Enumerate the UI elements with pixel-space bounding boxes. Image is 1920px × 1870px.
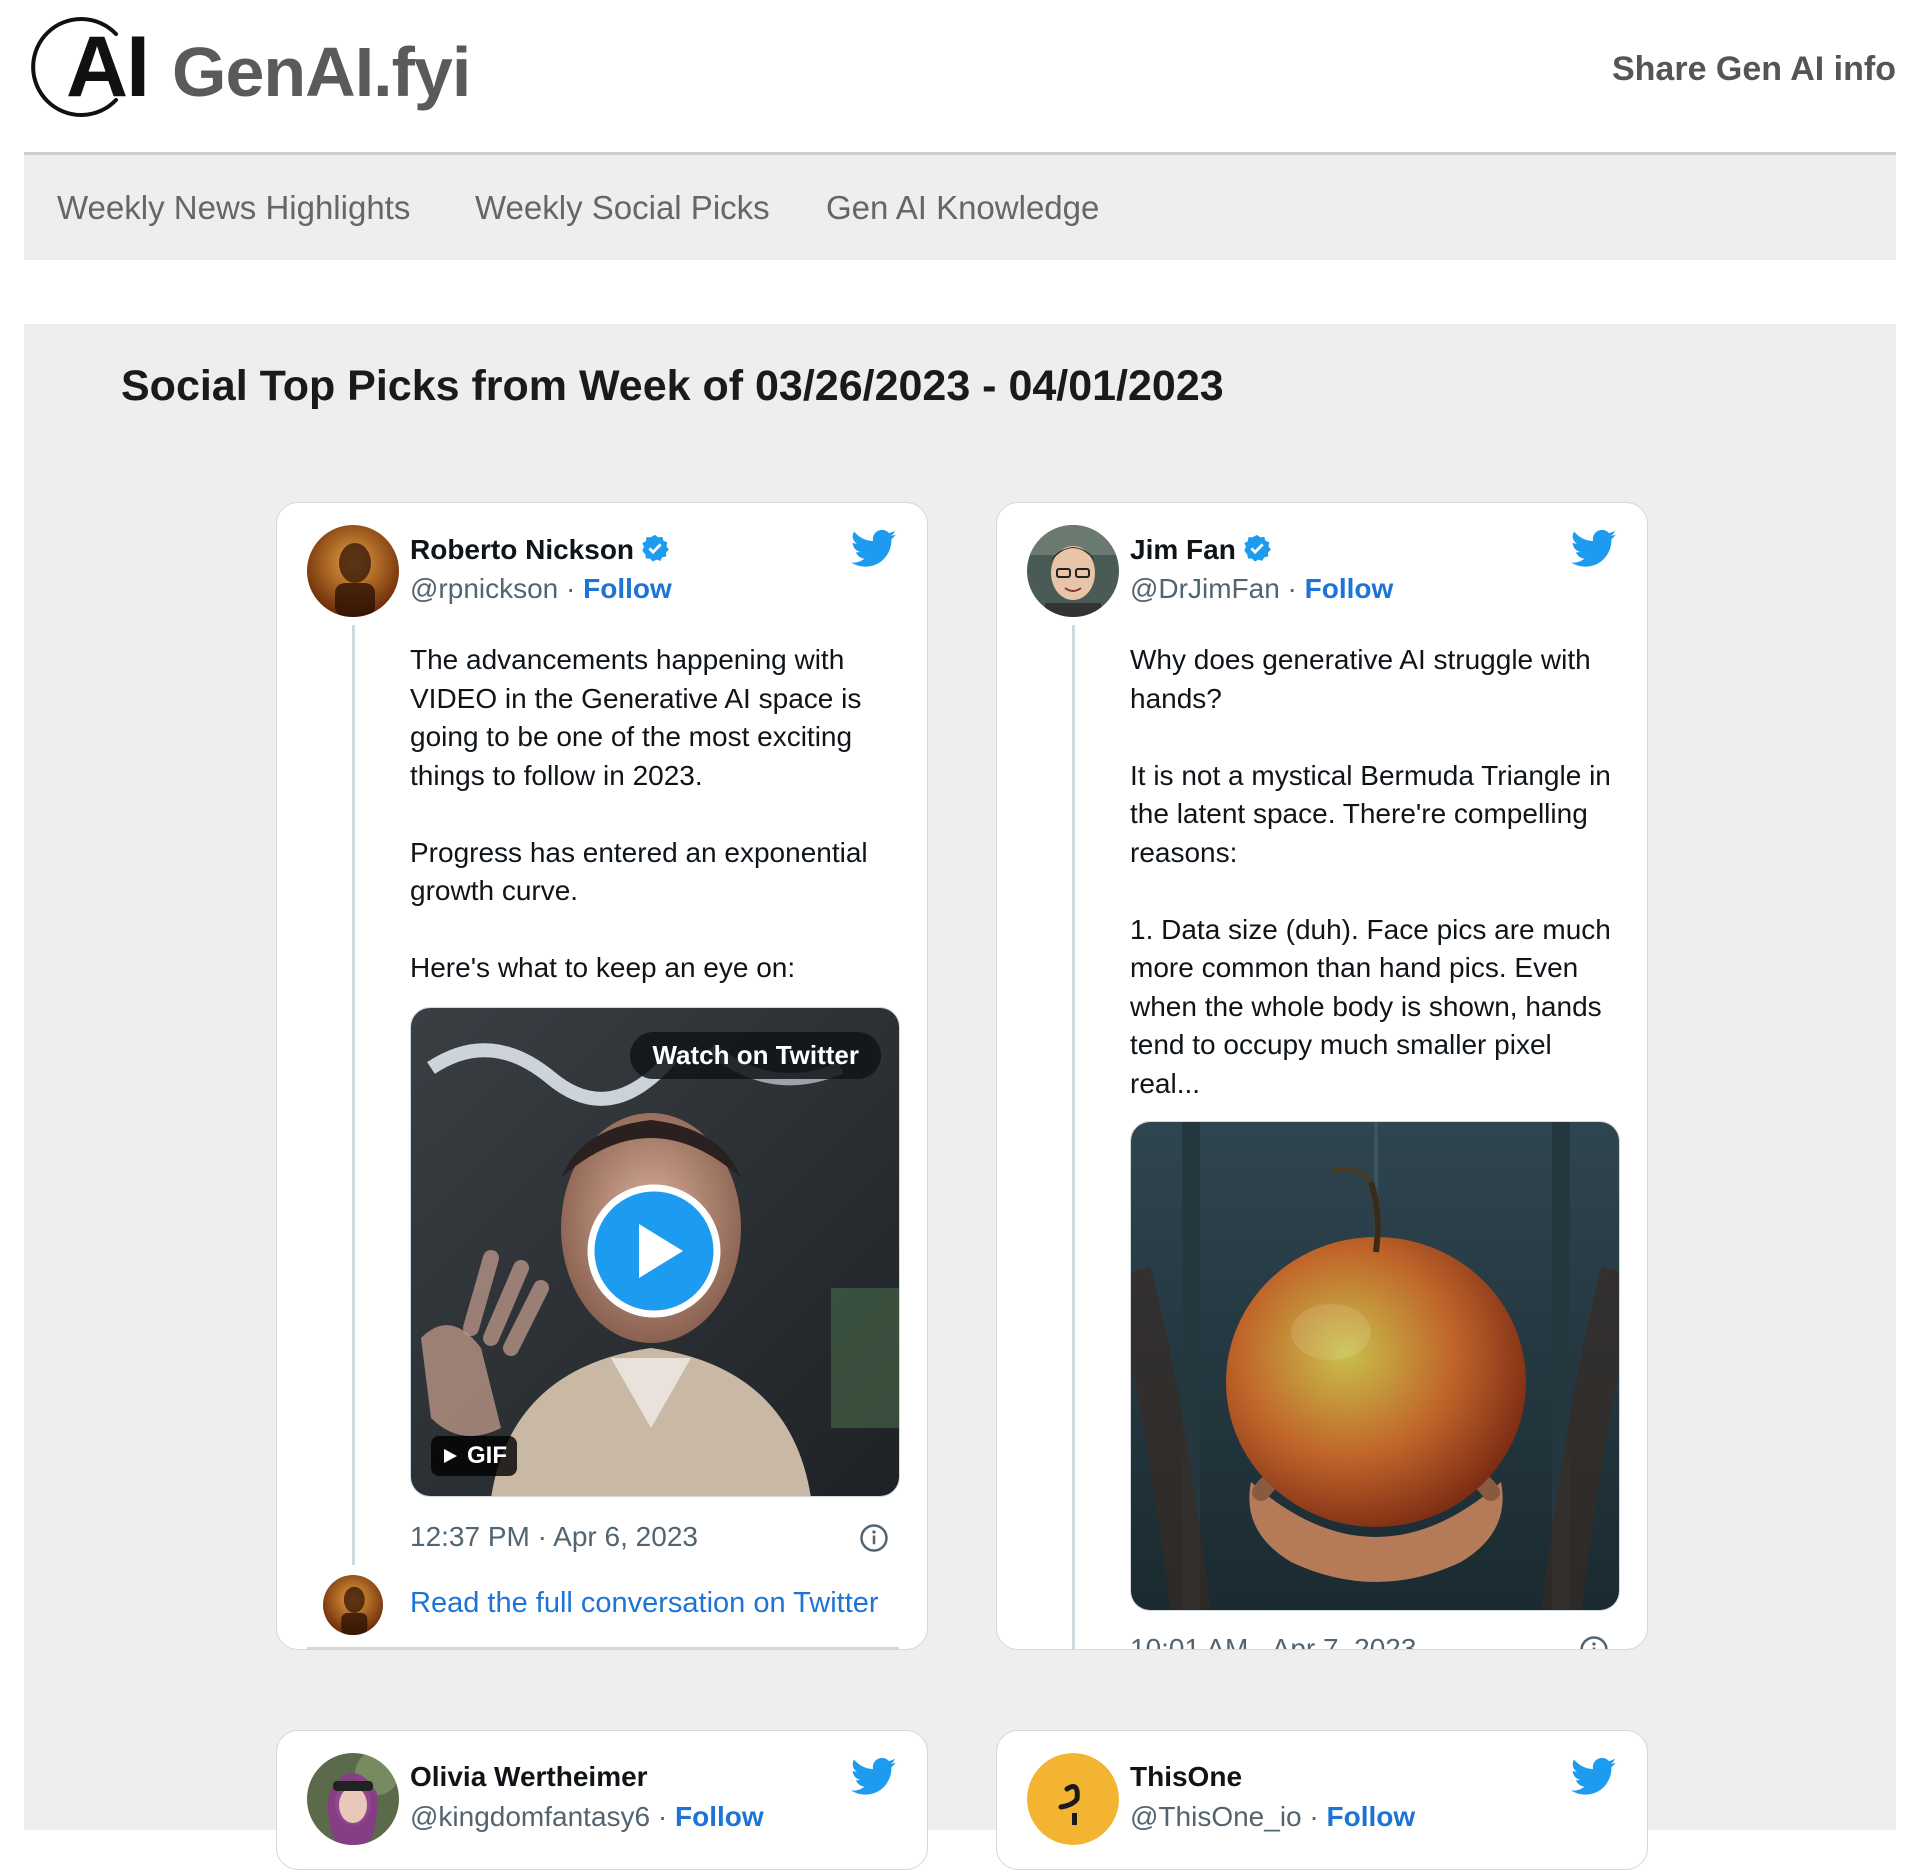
tweet-media-image[interactable] [1130, 1121, 1620, 1611]
apple-in-hands-image [1131, 1122, 1619, 1610]
tweet-text: Why does generative AI struggle with han… [1130, 644, 1611, 1099]
nav-item-weekly-social[interactable]: Weekly Social Picks [475, 189, 770, 227]
page-title: Social Top Picks from Week of 03/26/2023… [121, 362, 1224, 410]
thisone-logo-icon [1027, 1753, 1119, 1845]
tweet-text: The advancements happening with VIDEO in… [410, 644, 868, 983]
author-handle[interactable]: @rpnickson [410, 573, 558, 604]
author-name-text: Roberto Nickson [410, 534, 635, 565]
author-name-text: ThisOne [1130, 1761, 1243, 1792]
play-icon[interactable] [587, 1184, 721, 1318]
twitter-bird-icon[interactable] [1571, 1757, 1617, 1797]
read-full-conversation-link[interactable]: Read the full conversation on Twitter [410, 1587, 879, 1620]
author-name[interactable]: Olivia Wertheimer [410, 1761, 648, 1793]
card-divider [307, 1647, 899, 1649]
info-icon[interactable] [1579, 1635, 1609, 1650]
site-header: AI GenAI.fyi Share Gen AI info [24, 0, 1896, 150]
handle-row: @DrJimFan · Follow [1130, 573, 1394, 604]
gif-label: GIF [467, 1442, 507, 1469]
logo-text: GenAI.fyi [172, 33, 471, 111]
verified-badge-icon [1244, 534, 1271, 562]
handle-row: @kingdomfantasy6 · Follow [410, 1801, 764, 1832]
avatar[interactable] [1027, 525, 1119, 617]
avatar[interactable] [307, 525, 399, 617]
tweet-card[interactable]: Roberto Nickson @rpnickson · Follow The … [276, 502, 928, 1650]
tweet-card[interactable]: Olivia Wertheimer @kingdomfantasy6 · Fol… [276, 1730, 928, 1870]
author-name-text: Jim Fan [1130, 534, 1236, 565]
avatar[interactable] [307, 1753, 399, 1845]
tweet-timestamp[interactable]: 12:37 PM · Apr 6, 2023 [410, 1521, 698, 1553]
main-nav: Weekly News Highlights Weekly Social Pic… [24, 155, 1896, 260]
tweet-card[interactable]: ThisOne @ThisOne_io · Follow [996, 1730, 1648, 1870]
play-small-icon [444, 1449, 457, 1463]
thread-line [1072, 625, 1075, 1649]
follow-button[interactable]: Follow [1327, 1801, 1416, 1832]
nav-item-gen-ai-knowledge[interactable]: Gen AI Knowledge [826, 189, 1099, 227]
handle-row: @rpnickson · Follow [410, 573, 672, 604]
share-link[interactable]: Share Gen AI info [1612, 50, 1896, 89]
site-logo[interactable]: AI GenAI.fyi [24, 14, 524, 124]
author-name[interactable]: Jim Fan [1130, 533, 1272, 566]
handle-row: @ThisOne_io · Follow [1130, 1801, 1416, 1832]
tweet-card[interactable]: Jim Fan @DrJimFan · Follow Why does gene… [996, 502, 1648, 1650]
tweet-timestamp[interactable]: 10:01 AM · Apr 7, 2023 [1130, 1633, 1416, 1649]
nav-item-weekly-news[interactable]: Weekly News Highlights [57, 189, 410, 227]
follow-button[interactable]: Follow [1305, 573, 1394, 604]
follow-button[interactable]: Follow [675, 1801, 764, 1832]
tweet-media-gif[interactable]: Watch on Twitter GIF [410, 1007, 900, 1497]
author-handle[interactable]: @ThisOne_io [1130, 1801, 1302, 1832]
logo-mark: AI [66, 19, 150, 115]
main-content: Social Top Picks from Week of 03/26/2023… [24, 324, 1896, 1870]
author-name-text: Olivia Wertheimer [410, 1761, 648, 1792]
watch-on-twitter-label[interactable]: Watch on Twitter [630, 1032, 881, 1079]
author-handle[interactable]: @kingdomfantasy6 [410, 1801, 650, 1832]
author-name[interactable]: Roberto Nickson [410, 533, 670, 566]
verified-badge-icon [642, 534, 669, 562]
author-name[interactable]: ThisOne [1130, 1761, 1242, 1793]
twitter-bird-icon[interactable] [851, 1757, 897, 1797]
author-handle[interactable]: @DrJimFan [1130, 573, 1280, 604]
gif-badge: GIF [431, 1436, 517, 1476]
twitter-bird-icon[interactable] [1571, 529, 1617, 569]
info-icon[interactable] [859, 1523, 889, 1553]
thread-line [352, 625, 355, 1565]
avatar[interactable] [323, 1575, 383, 1635]
avatar[interactable] [1027, 1753, 1119, 1845]
twitter-bird-icon[interactable] [851, 529, 897, 569]
follow-button[interactable]: Follow [583, 573, 672, 604]
